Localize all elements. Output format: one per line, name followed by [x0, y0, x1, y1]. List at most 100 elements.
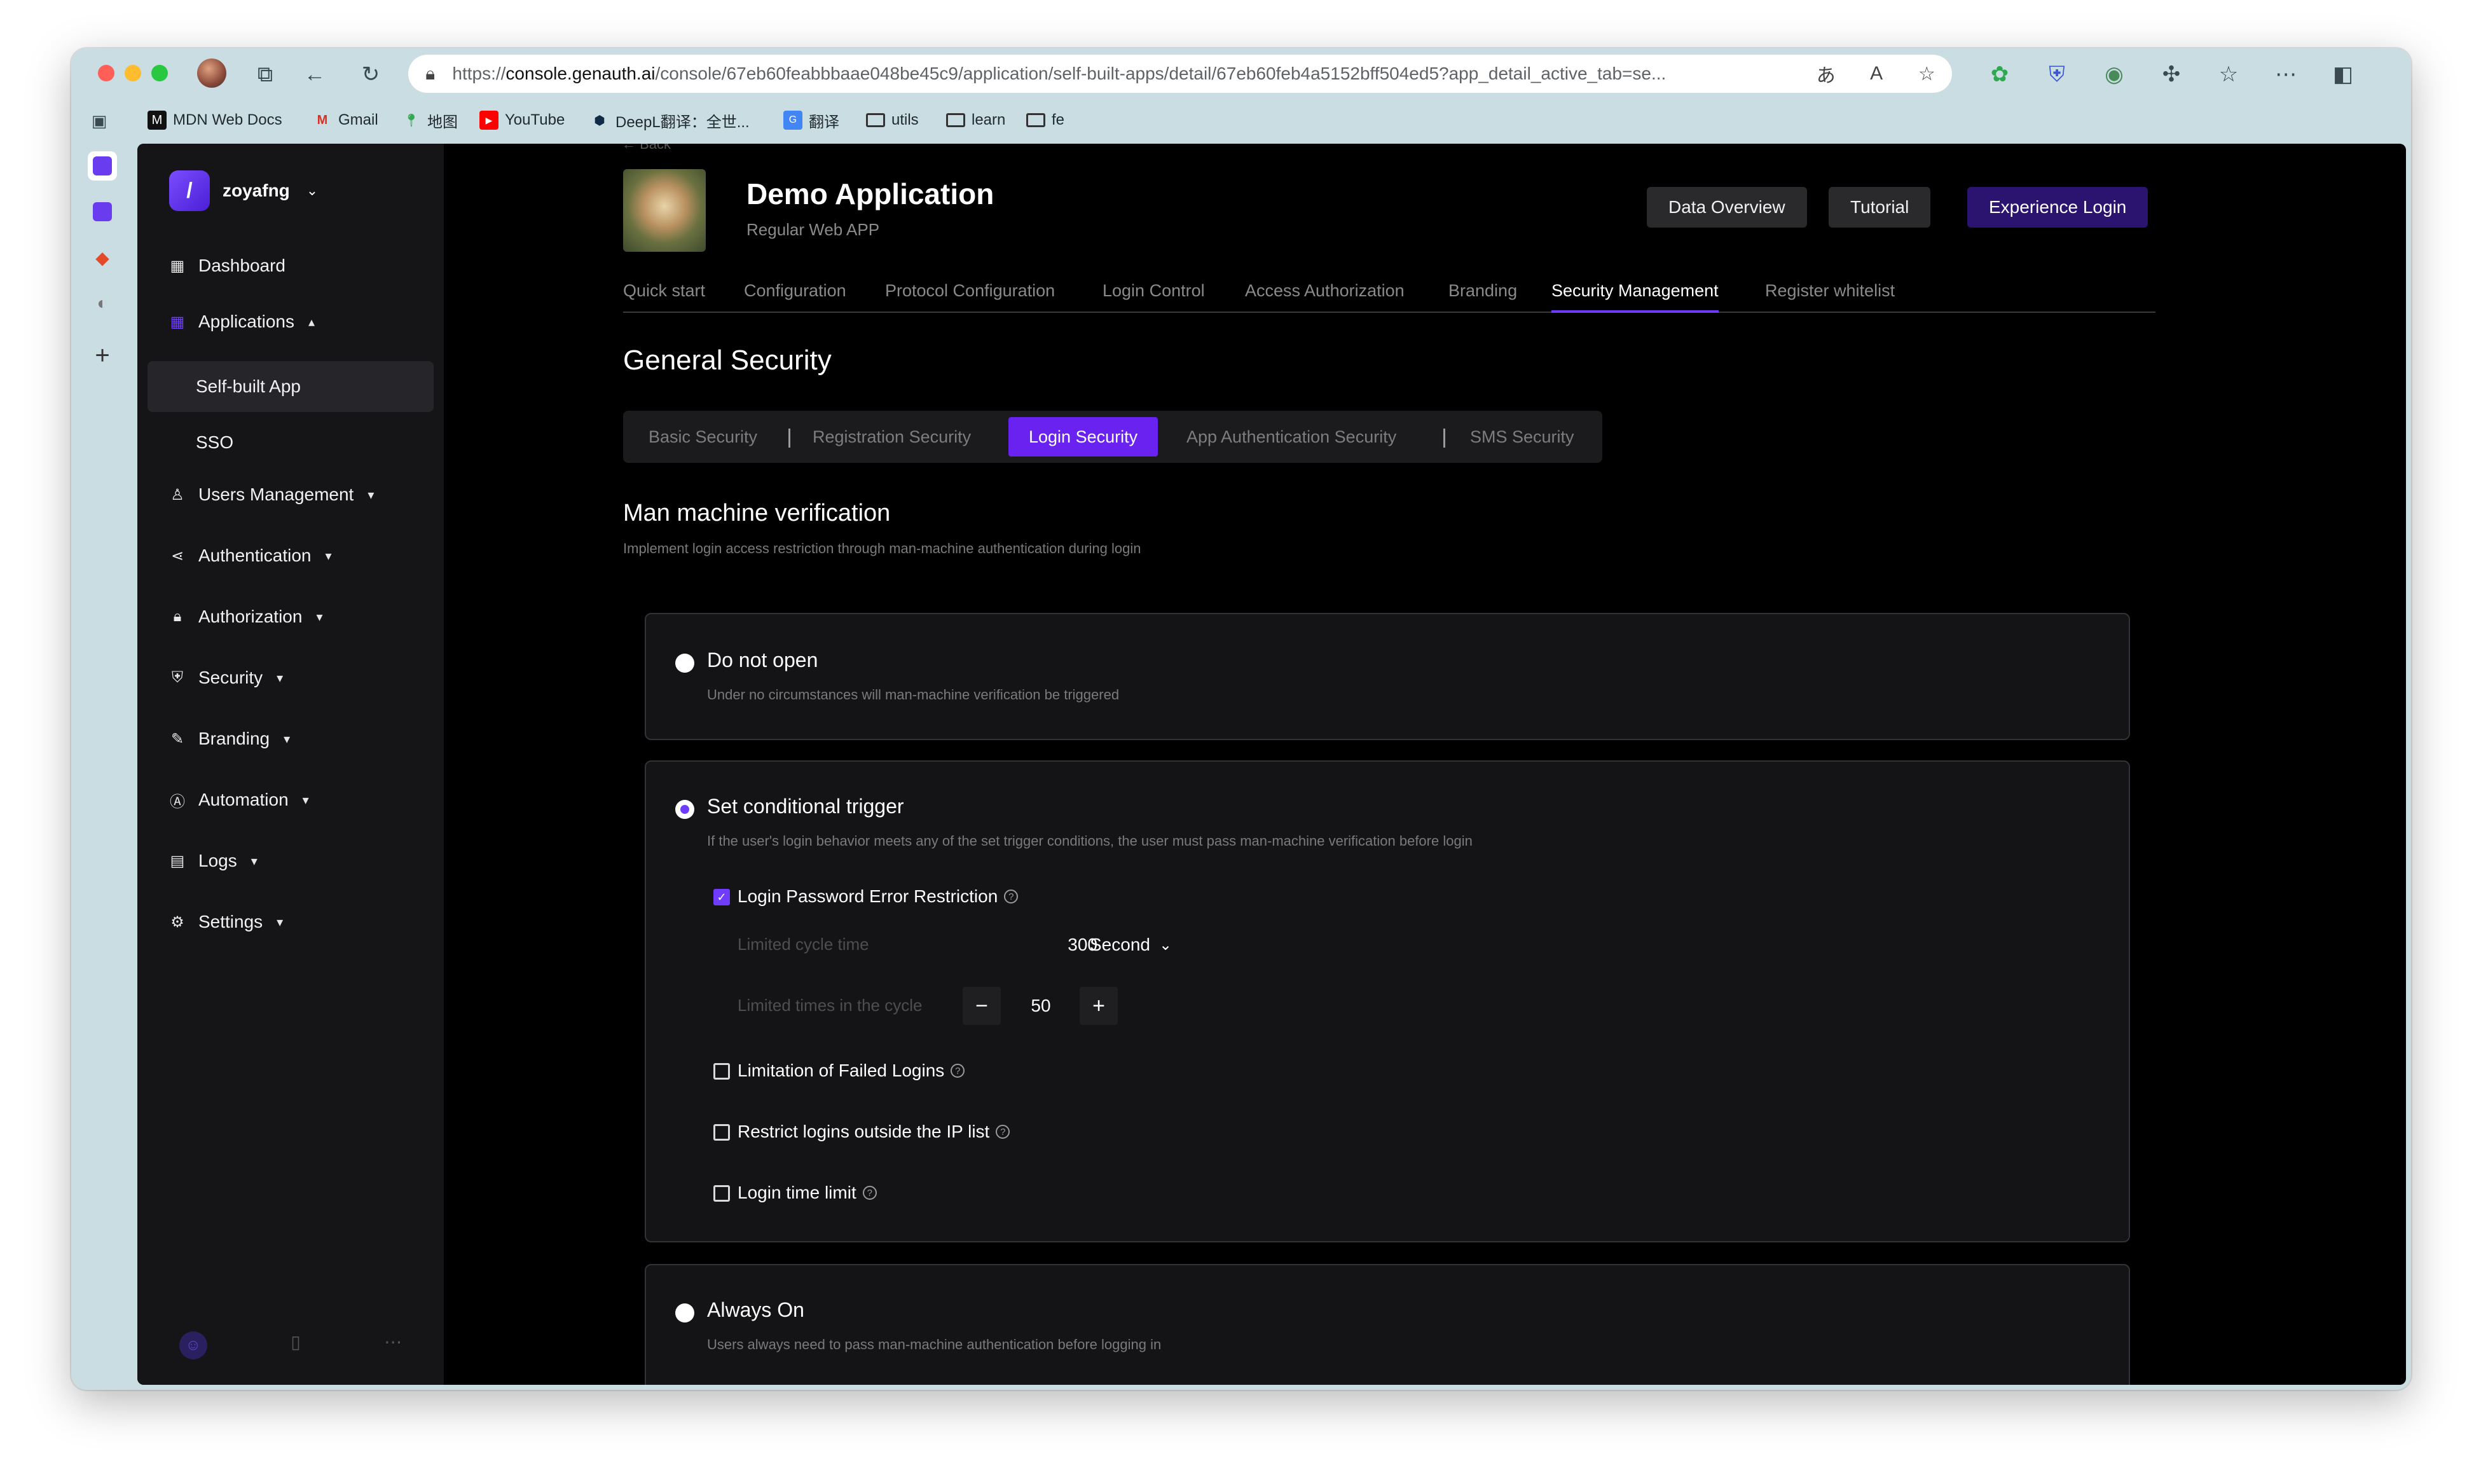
increment-button[interactable]: +: [1080, 987, 1118, 1025]
sidebar-item-branding[interactable]: ✎ Branding ▾: [168, 729, 290, 749]
decrement-button[interactable]: −: [963, 987, 1001, 1025]
profile-avatar[interactable]: [197, 58, 226, 88]
vertical-tab-rail: ◆ ◐ +: [71, 144, 135, 1390]
data-overview-button[interactable]: Data Overview: [1647, 187, 1807, 228]
sidebar-item-dashboard[interactable]: ▦ Dashboard: [168, 256, 285, 276]
tab-quick-start[interactable]: Quick start: [623, 281, 705, 313]
extension-shield-icon[interactable]: ⛨: [2042, 60, 2072, 89]
more-menu-icon[interactable]: ⋯: [2271, 60, 2300, 89]
segment-registration-security[interactable]: Registration Security: [792, 417, 991, 457]
docs-book-icon[interactable]: ▯: [291, 1331, 300, 1359]
tab-branding[interactable]: Branding: [1448, 281, 1517, 313]
tab-avatar-icon[interactable]: ◐: [88, 289, 117, 318]
tab-security-management[interactable]: Security Management: [1551, 281, 1719, 313]
bookmark-utils[interactable]: utils: [866, 104, 919, 136]
bookmark-translate[interactable]: G 翻译: [783, 104, 839, 136]
checkbox-login-time-limit[interactable]: [713, 1185, 730, 1202]
bookmark-learn[interactable]: learn: [946, 104, 1005, 136]
lock-icon: 🔒︎: [425, 63, 436, 83]
sidebar-item-automation[interactable]: Ⓐ Automation ▾: [168, 790, 309, 811]
favorite-star-icon[interactable]: ☆: [1902, 63, 1952, 85]
tab-actions-icon[interactable]: ▣: [86, 108, 112, 134]
bookmark-deepl[interactable]: ⬢ DeepL翻译：全世...: [590, 104, 749, 136]
users-icon: ♙: [170, 486, 184, 504]
sidebar-item-applications[interactable]: ▦ Applications ▴: [168, 312, 315, 332]
condition-login-password-error: Login Password Error Restriction ?: [738, 886, 1019, 907]
option-card-conditional-trigger[interactable]: Set conditional trigger If the user's lo…: [645, 760, 2130, 1242]
sidebar-item-logs[interactable]: ▤ Logs ▾: [168, 851, 258, 871]
url-text: https://console.genauth.ai/console/67eb6…: [452, 64, 1667, 83]
segment-basic-security[interactable]: Basic Security: [628, 417, 778, 457]
translate-page-icon[interactable]: あ: [1801, 60, 1851, 88]
tab-configuration[interactable]: Configuration: [744, 281, 846, 313]
tab-figma-icon[interactable]: ◆: [88, 243, 117, 272]
read-aloud-icon[interactable]: A: [1851, 63, 1901, 85]
tab-genauth-icon[interactable]: [88, 197, 117, 226]
checkbox-limitation-failed-logins[interactable]: [713, 1063, 730, 1080]
org-switcher[interactable]: / zoyafng ⌄: [169, 170, 318, 211]
segment-app-authentication-security[interactable]: App Authentication Security: [1166, 417, 1417, 457]
tab-login-control[interactable]: Login Control: [1103, 281, 1205, 313]
reload-icon[interactable]: ↻: [356, 60, 385, 89]
sidebar-item-settings[interactable]: ⚙ Settings ▾: [168, 912, 283, 932]
option-card-always-on[interactable]: Always On Users always need to pass man-…: [645, 1264, 2130, 1385]
sidebar-item-authorization[interactable]: 🔒︎ Authorization ▾: [168, 607, 323, 627]
help-icon[interactable]: ?: [862, 1186, 877, 1200]
back-arrow-icon[interactable]: ←: [300, 60, 329, 89]
option-card-do-not-open[interactable]: Do not open Under no circumstances will …: [645, 613, 2130, 740]
cycle-unit-select[interactable]: Second ⌄: [1090, 935, 1172, 955]
bookmark-maps[interactable]: 📍︎ 地图: [402, 104, 458, 136]
security-segmented-control: Basic Security Registration Security Log…: [623, 411, 1602, 463]
tutorial-button[interactable]: Tutorial: [1829, 187, 1931, 228]
tabs-icon[interactable]: ⧉: [251, 60, 280, 89]
close-window-button[interactable]: [98, 65, 114, 81]
address-bar[interactable]: 🔒︎ https://console.genauth.ai/console/67…: [408, 55, 1952, 93]
experience-login-button[interactable]: Experience Login: [1967, 187, 2148, 228]
sidebar-item-authentication[interactable]: ⋖ Authentication ▾: [168, 546, 332, 566]
radio-do-not-open[interactable]: [675, 654, 694, 673]
segment-login-security[interactable]: Login Security: [1008, 417, 1158, 457]
maximize-window-button[interactable]: [151, 65, 168, 81]
minimize-window-button[interactable]: [125, 65, 141, 81]
radio-always-on[interactable]: [675, 1303, 694, 1323]
bookmark-youtube[interactable]: ▶ YouTube: [479, 104, 565, 136]
limited-cycle-input[interactable]: 300: [1002, 935, 1097, 955]
sidebar-item-security[interactable]: ⛨ Security ▾: [168, 668, 283, 688]
back-link[interactable]: ← Back: [622, 144, 671, 153]
sidebar-subitem-self-built-app[interactable]: Self-built App: [148, 361, 434, 412]
tab-access-authorization[interactable]: Access Authorization: [1245, 281, 1405, 313]
app-detail-tabs: Quick start Configuration Protocol Confi…: [623, 281, 2155, 313]
tab-genauth-active-icon[interactable]: [88, 151, 117, 181]
segment-sms-security[interactable]: SMS Security: [1450, 417, 1595, 457]
condition-label: Login time limit: [738, 1183, 856, 1202]
sidebar-item-users-management[interactable]: ♙ Users Management ▾: [168, 484, 374, 505]
more-dots-icon[interactable]: ⋯: [384, 1331, 402, 1359]
org-name: zoyafng: [223, 181, 290, 200]
tab-register-whitelist[interactable]: Register whitelist: [1765, 281, 1895, 313]
bookmark-mdn[interactable]: M MDN Web Docs: [148, 104, 282, 136]
sidebar-subitem-sso[interactable]: SSO: [148, 417, 434, 468]
sidebar-toggle-icon[interactable]: ◧: [2328, 60, 2358, 89]
chevron-down-icon: ▾: [316, 610, 323, 624]
new-tab-plus-icon[interactable]: +: [88, 341, 117, 370]
mm-verification-title: Man machine verification: [623, 500, 891, 526]
bookmark-gmail[interactable]: M Gmail: [313, 104, 378, 136]
applications-icon: ▦: [170, 313, 185, 331]
extensions-puzzle-icon[interactable]: ✣: [2157, 60, 2186, 89]
extension-green-icon[interactable]: ✿: [1985, 60, 2014, 89]
chevron-down-icon: ▾: [277, 671, 284, 685]
checkbox-login-password-error[interactable]: ✓: [713, 889, 730, 905]
extension-circle-icon[interactable]: ◉: [2100, 60, 2129, 89]
help-icon[interactable]: ?: [996, 1125, 1010, 1139]
radio-conditional-trigger[interactable]: [675, 800, 694, 819]
tab-protocol-configuration[interactable]: Protocol Configuration: [885, 281, 1055, 313]
help-icon[interactable]: ?: [951, 1064, 965, 1078]
help-icon[interactable]: ?: [1004, 890, 1019, 903]
favorites-icon[interactable]: ☆: [2214, 60, 2243, 89]
bookmarks-bar: ▣ M MDN Web Docs M Gmail 📍︎ 地图 ▶ YouTube ⬢ De…: [71, 104, 2411, 136]
assistant-bot-icon[interactable]: ☺: [179, 1331, 207, 1359]
bookmark-fe[interactable]: fe: [1026, 104, 1064, 136]
checkbox-restrict-ip-list[interactable]: [713, 1124, 730, 1141]
limited-times-input[interactable]: 50: [1006, 987, 1076, 1025]
logs-icon: ▤: [170, 852, 185, 870]
